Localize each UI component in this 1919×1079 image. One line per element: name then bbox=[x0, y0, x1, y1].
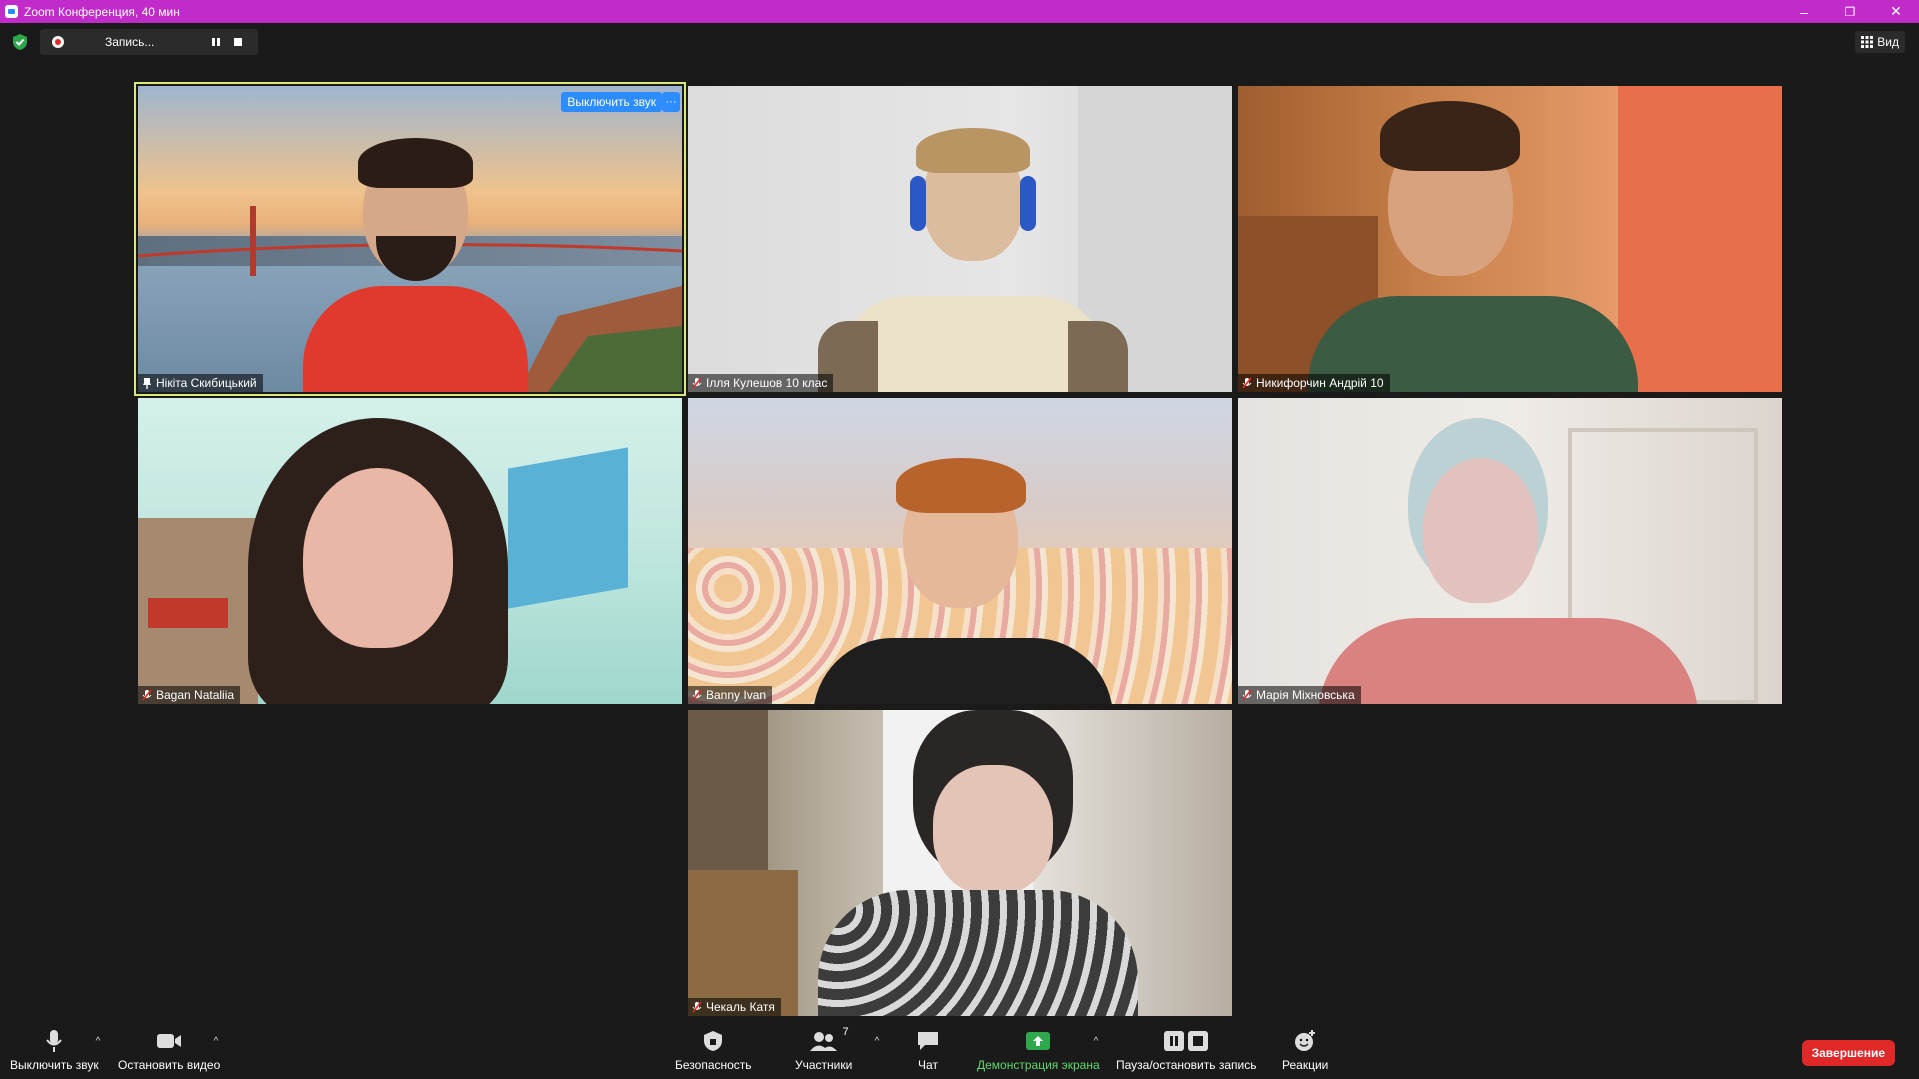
muted-mic-icon bbox=[692, 1001, 702, 1013]
participant-name: Марія Міхновська bbox=[1256, 688, 1355, 702]
participant-nameplate: Чекаль Катя bbox=[688, 998, 781, 1016]
muted-mic-icon bbox=[692, 689, 702, 701]
participants-count: 7 bbox=[842, 1026, 849, 1038]
participant-name: Ілля Кулешов 10 клас bbox=[706, 376, 828, 390]
muted-mic-icon bbox=[1242, 689, 1252, 701]
reactions-button[interactable]: Реакции bbox=[1282, 1028, 1328, 1072]
pause-recording-icon[interactable] bbox=[208, 34, 224, 50]
video-tile[interactable]: Bagan Nataliia bbox=[138, 398, 682, 704]
video-feed bbox=[1238, 86, 1782, 392]
muted-mic-icon bbox=[692, 377, 702, 389]
security-label: Безопасность bbox=[675, 1058, 752, 1072]
muted-mic-icon bbox=[142, 689, 152, 701]
video-tile[interactable]: Выключить звук ··· Нікіта Скибицький bbox=[138, 86, 682, 392]
participants-icon: 7 bbox=[809, 1026, 849, 1054]
video-tile[interactable]: Чекаль Катя bbox=[688, 710, 1232, 1016]
video-tile[interactable]: Ілля Кулешов 10 клас bbox=[688, 86, 1232, 392]
chat-bubble-icon bbox=[916, 1028, 940, 1054]
share-options-chevron-icon[interactable]: ^ bbox=[1090, 1036, 1102, 1047]
participant-nameplate: Banny Ivan bbox=[688, 686, 773, 704]
participants-options-chevron-icon[interactable]: ^ bbox=[871, 1036, 883, 1047]
zoom-app-icon bbox=[5, 5, 18, 18]
participant-nameplate: Никифорчин Андрій 10 bbox=[1238, 374, 1390, 392]
participant-name: Никифорчин Андрій 10 bbox=[1256, 376, 1384, 390]
smiley-plus-icon bbox=[1293, 1028, 1317, 1054]
recording-indicator: Запись... bbox=[40, 29, 258, 55]
close-button[interactable]: ✕ bbox=[1873, 0, 1919, 23]
pause-stop-recording-button[interactable]: Пауза/остановить запись bbox=[1116, 1028, 1256, 1072]
mute-audio-button[interactable]: Выключить звук bbox=[10, 1028, 99, 1072]
recording-dot-icon bbox=[52, 36, 64, 48]
video-feed bbox=[138, 86, 682, 392]
participant-name: Нікіта Скибицький bbox=[156, 376, 257, 390]
audio-options-chevron-icon[interactable]: ^ bbox=[92, 1036, 104, 1047]
stop-recording-icon[interactable] bbox=[230, 34, 246, 50]
window-titlebar: Zoom Конференция, 40 мин – ❐ ✕ bbox=[0, 0, 1919, 23]
share-screen-label: Демонстрация экрана bbox=[977, 1058, 1100, 1072]
restore-button[interactable]: ❐ bbox=[1827, 0, 1873, 23]
video-tile[interactable]: Никифорчин Андрій 10 bbox=[1238, 86, 1782, 392]
video-feed bbox=[688, 86, 1232, 392]
share-screen-icon bbox=[1025, 1028, 1051, 1054]
video-tile[interactable]: Марія Міхновська bbox=[1238, 398, 1782, 704]
window-title: Zoom Конференция, 40 мин bbox=[24, 4, 180, 19]
pause-stop-recording-label: Пауза/остановить запись bbox=[1116, 1058, 1257, 1072]
participant-nameplate: Ілля Кулешов 10 клас bbox=[688, 374, 834, 392]
pin-icon bbox=[143, 378, 151, 389]
view-label: Вид bbox=[1877, 35, 1899, 49]
view-button[interactable]: Вид bbox=[1855, 31, 1905, 53]
mute-audio-label: Выключить звук bbox=[10, 1058, 99, 1072]
participants-label: Участники bbox=[795, 1058, 853, 1072]
chat-button[interactable]: Чат bbox=[916, 1028, 940, 1072]
chat-label: Чат bbox=[918, 1058, 938, 1072]
meeting-topbar: Запись... Вид bbox=[0, 23, 1919, 63]
video-feed bbox=[138, 398, 682, 704]
encryption-shield-icon[interactable] bbox=[10, 32, 30, 52]
grid-icon bbox=[1861, 36, 1874, 48]
video-camera-icon bbox=[156, 1028, 182, 1054]
more-options-button[interactable]: ··· bbox=[662, 92, 680, 112]
mute-participant-button[interactable]: Выключить звук bbox=[561, 92, 662, 112]
video-feed bbox=[688, 398, 1232, 704]
participant-nameplate: Bagan Nataliia bbox=[138, 686, 241, 704]
participant-name: Banny Ivan bbox=[706, 688, 767, 702]
recording-controls-icon bbox=[1163, 1028, 1209, 1054]
end-meeting-button[interactable]: Завершение bbox=[1801, 1040, 1895, 1066]
stop-video-button[interactable]: Остановить видео bbox=[118, 1028, 220, 1072]
muted-mic-icon bbox=[1242, 377, 1252, 389]
share-screen-button[interactable]: Демонстрация экрана bbox=[977, 1028, 1100, 1072]
reactions-label: Реакции bbox=[1282, 1058, 1329, 1072]
video-feed bbox=[688, 710, 1232, 1016]
video-tile[interactable]: Banny Ivan bbox=[688, 398, 1232, 704]
stop-video-label: Остановить видео bbox=[118, 1058, 221, 1072]
video-options-chevron-icon[interactable]: ^ bbox=[210, 1036, 222, 1047]
minimize-button[interactable]: – bbox=[1781, 0, 1827, 23]
security-button[interactable]: Безопасность bbox=[675, 1028, 752, 1072]
participant-name: Чекаль Катя bbox=[706, 1000, 775, 1014]
participants-button[interactable]: 7 Участники bbox=[795, 1026, 853, 1072]
participant-nameplate: Нікіта Скибицький bbox=[138, 374, 263, 392]
recording-label: Запись... bbox=[105, 35, 155, 49]
microphone-icon bbox=[45, 1028, 63, 1054]
security-shield-icon bbox=[703, 1028, 723, 1054]
participant-name: Bagan Nataliia bbox=[156, 688, 235, 702]
participant-nameplate: Марія Міхновська bbox=[1238, 686, 1361, 704]
meeting-toolbar: Выключить звук ^ Остановить видео ^ Безо… bbox=[0, 1024, 1919, 1079]
video-feed bbox=[1238, 398, 1782, 704]
